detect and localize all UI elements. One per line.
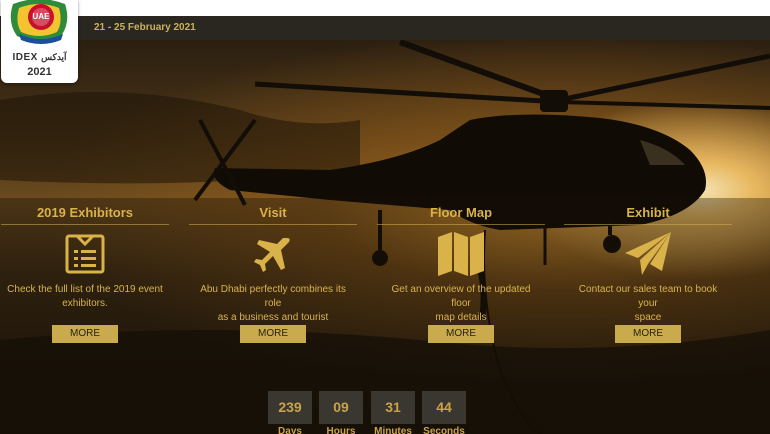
airplane-icon xyxy=(254,238,290,272)
exhibit-more-button[interactable]: MORE xyxy=(615,325,681,343)
idex-emblem-icon xyxy=(10,0,68,44)
map-icon xyxy=(438,232,484,276)
card-title: Exhibit xyxy=(564,205,732,225)
card-visit: Visit Abu Dhabi perfectly combines its r… xyxy=(189,205,357,343)
countdown-hours-value: 09 xyxy=(319,391,363,424)
countdown-minutes-value: 31 xyxy=(371,391,415,424)
card-description: Abu Dhabi perfectly combines its role as… xyxy=(200,284,346,337)
logo-idex-text: IDEX آيدكس xyxy=(12,52,67,63)
card-title: Floor Map xyxy=(377,205,545,225)
countdown-hours-label: Hours xyxy=(326,426,356,434)
logo-year: 2021 xyxy=(27,66,52,78)
card-title: 2019 Exhibitors xyxy=(1,205,169,225)
card-description: Get an overview of the updated floor map… xyxy=(391,284,531,323)
logo-uae-text: UAE xyxy=(32,12,50,21)
card-2019-exhibitors: 2019 Exhibitors Check the full list of t… xyxy=(1,205,169,343)
countdown-seconds-label: Seconds xyxy=(423,426,465,434)
countdown-seconds-value: 44 xyxy=(422,391,466,424)
countdown-days-value: 239 xyxy=(268,391,312,424)
card-description: Check the full list of the 2019 event ex… xyxy=(7,284,163,309)
top-white-bar xyxy=(0,0,770,16)
exhibitors-more-button[interactable]: MORE xyxy=(52,325,118,343)
card-floor-map: Floor Map Get an overview of the updated… xyxy=(377,205,545,343)
visit-more-button[interactable]: MORE xyxy=(240,325,306,343)
event-date-range: 21 - 25 February 2021 xyxy=(94,22,196,33)
exhibitor-list-icon xyxy=(65,234,105,274)
floor-map-more-button[interactable]: MORE xyxy=(428,325,494,343)
card-description: Contact our sales team to book your spac… xyxy=(578,284,718,323)
card-title: Visit xyxy=(189,205,357,225)
paper-plane-icon xyxy=(625,232,671,275)
idex-logo[interactable]: UAE IDEX آيدكس 2021 xyxy=(1,0,78,83)
card-exhibit: Exhibit Contact our sales team to book y… xyxy=(564,205,732,343)
